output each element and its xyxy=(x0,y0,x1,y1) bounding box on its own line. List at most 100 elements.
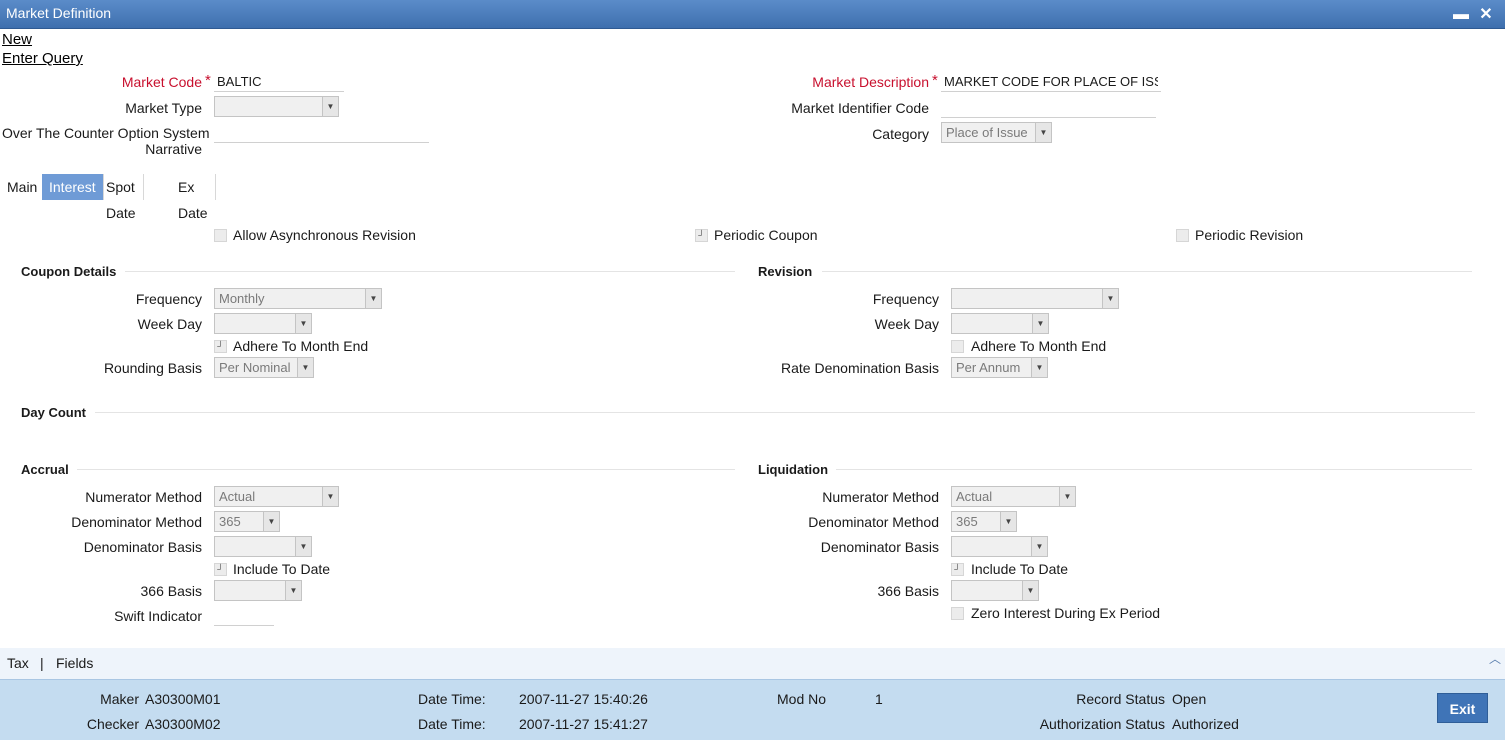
accrual-denominator-method-value: 365 xyxy=(219,514,241,529)
market-code-label: Market Code xyxy=(121,74,202,90)
audit-status-bar xyxy=(0,679,1505,740)
revision-frequency-label: Frequency xyxy=(872,291,939,307)
mod-no-label: Mod No xyxy=(777,691,827,707)
liquidation-366-basis-select[interactable]: ▼ xyxy=(951,580,1039,601)
liquidation-denominator-basis-label: Denominator Basis xyxy=(820,539,939,555)
accrual-numerator-method-value: Actual xyxy=(219,489,256,504)
revision-frequency-select[interactable]: ▼ xyxy=(951,288,1119,309)
record-status-label: Record Status xyxy=(1076,691,1165,707)
chevron-down-icon: ▼ xyxy=(263,512,279,531)
accrual-include-to-date-checkbox[interactable]: ┘ xyxy=(214,563,227,576)
divider xyxy=(77,469,735,470)
chevron-down-icon: ▼ xyxy=(1102,289,1118,308)
accrual-denominator-method-label: Denominator Method xyxy=(71,514,202,530)
window-title: Market Definition xyxy=(6,5,112,21)
checker-label: Checker xyxy=(86,716,139,732)
required-marker: * xyxy=(932,72,938,89)
rate-denomination-basis-select[interactable]: Per Annum ▼ xyxy=(951,357,1048,378)
coupon-frequency-select[interactable]: Monthly ▼ xyxy=(214,288,382,309)
coupon-adhere-month-end-checkbox[interactable]: ┘ xyxy=(214,340,227,353)
coupon-frequency-label: Frequency xyxy=(135,291,202,307)
checker-date-time-label: Date Time: xyxy=(418,716,486,732)
otc-narrative-label-line1: Over The Counter Option System xyxy=(2,125,210,141)
checker-value: A30300M02 xyxy=(145,716,221,732)
market-type-select[interactable]: ▼ xyxy=(214,96,339,117)
liquidation-numerator-method-label: Numerator Method xyxy=(822,489,939,505)
required-marker: * xyxy=(205,72,211,89)
chevron-down-icon: ▼ xyxy=(297,358,313,377)
periodic-revision-checkbox[interactable] xyxy=(1176,229,1189,242)
tax-link[interactable]: Tax xyxy=(7,655,29,671)
link-separator: | xyxy=(40,655,44,671)
revision-heading: Revision xyxy=(758,264,813,279)
close-icon[interactable]: ✕ xyxy=(1476,0,1496,29)
periodic-revision-label: Periodic Revision xyxy=(1195,227,1304,243)
periodic-coupon-checkbox[interactable]: ┘ xyxy=(695,229,708,242)
chevron-down-icon: ▼ xyxy=(295,537,311,556)
exit-button[interactable]: Exit xyxy=(1437,693,1488,723)
checker-date-time-value: 2007-11-27 15:41:27 xyxy=(519,716,648,732)
new-link[interactable]: New xyxy=(2,31,32,48)
authorization-status-label: Authorization Status xyxy=(1039,716,1165,732)
chevron-down-icon: ▼ xyxy=(1022,581,1038,600)
tab-ex-date[interactable]: Ex Date xyxy=(171,174,216,221)
swift-indicator-label: Swift Indicator xyxy=(114,608,202,624)
authorization-status-value: Authorized xyxy=(1172,716,1239,732)
accrual-denominator-basis-label: Denominator Basis xyxy=(83,539,202,555)
chevron-down-icon: ▼ xyxy=(295,314,311,333)
revision-adhere-month-end-checkbox[interactable] xyxy=(951,340,964,353)
coupon-week-day-select[interactable]: ▼ xyxy=(214,313,312,334)
zero-interest-ex-period-checkbox[interactable] xyxy=(951,607,964,620)
scroll-up-icon[interactable]: ︿ xyxy=(1489,650,1501,667)
market-identifier-code-input[interactable] xyxy=(941,98,1156,118)
chevron-down-icon: ▼ xyxy=(322,97,338,116)
accrual-denominator-basis-select[interactable]: ▼ xyxy=(214,536,312,557)
category-label: Category xyxy=(872,126,929,142)
swift-indicator-input[interactable] xyxy=(214,606,274,626)
otc-narrative-input[interactable] xyxy=(214,123,429,143)
chevron-down-icon: ▼ xyxy=(1000,512,1016,531)
revision-week-day-select[interactable]: ▼ xyxy=(951,313,1049,334)
liquidation-366-basis-label: 366 Basis xyxy=(877,583,939,599)
coupon-frequency-value: Monthly xyxy=(219,291,265,306)
coupon-week-day-label: Week Day xyxy=(137,316,202,332)
liquidation-denominator-basis-select[interactable]: ▼ xyxy=(951,536,1048,557)
zero-interest-ex-period-label: Zero Interest During Ex Period xyxy=(971,605,1161,621)
liquidation-denominator-method-select[interactable]: 365 ▼ xyxy=(951,511,1017,532)
accrual-numerator-method-label: Numerator Method xyxy=(85,489,202,505)
minimize-icon[interactable]: ▬ xyxy=(1451,0,1471,29)
chevron-down-icon: ▼ xyxy=(365,289,381,308)
day-count-heading: Day Count xyxy=(21,405,86,420)
rounding-basis-select[interactable]: Per Nominal ▼ xyxy=(214,357,314,378)
window-title-bar: Market Definition xyxy=(0,0,1505,29)
enter-query-link[interactable]: Enter Query xyxy=(2,50,83,67)
liquidation-denominator-method-value: 365 xyxy=(956,514,978,529)
liquidation-include-to-date-checkbox[interactable]: ┘ xyxy=(951,563,964,576)
chevron-down-icon: ▼ xyxy=(1059,487,1075,506)
category-select[interactable]: Place of Issue ▼ xyxy=(941,122,1052,143)
accrual-denominator-method-select[interactable]: 365 ▼ xyxy=(214,511,280,532)
rate-denomination-basis-label: Rate Denomination Basis xyxy=(781,360,939,376)
rate-denomination-basis-value: Per Annum xyxy=(956,360,1021,375)
revision-week-day-label: Week Day xyxy=(874,316,939,332)
market-code-input[interactable] xyxy=(214,72,344,92)
fields-link[interactable]: Fields xyxy=(56,655,93,671)
maker-label: Maker xyxy=(100,691,139,707)
tab-interest[interactable]: Interest xyxy=(42,174,104,200)
market-description-input[interactable] xyxy=(941,72,1161,92)
chevron-down-icon: ▼ xyxy=(1032,314,1048,333)
liquidation-numerator-method-select[interactable]: Actual ▼ xyxy=(951,486,1076,507)
tab-spot-date[interactable]: Spot Date xyxy=(99,174,144,221)
divider xyxy=(822,271,1472,272)
chevron-down-icon: ▼ xyxy=(285,581,301,600)
record-status-value: Open xyxy=(1172,691,1207,707)
market-type-label: Market Type xyxy=(125,100,202,116)
accrual-366-basis-select[interactable]: ▼ xyxy=(214,580,302,601)
maker-date-time-value: 2007-11-27 15:40:26 xyxy=(519,691,648,707)
allow-async-revision-checkbox[interactable] xyxy=(214,229,227,242)
accrual-numerator-method-select[interactable]: Actual ▼ xyxy=(214,486,339,507)
market-description-label: Market Description xyxy=(812,74,929,90)
tab-main[interactable]: Main xyxy=(0,174,46,200)
revision-adhere-month-end-label: Adhere To Month End xyxy=(971,338,1107,354)
maker-date-time-label: Date Time: xyxy=(418,691,486,707)
